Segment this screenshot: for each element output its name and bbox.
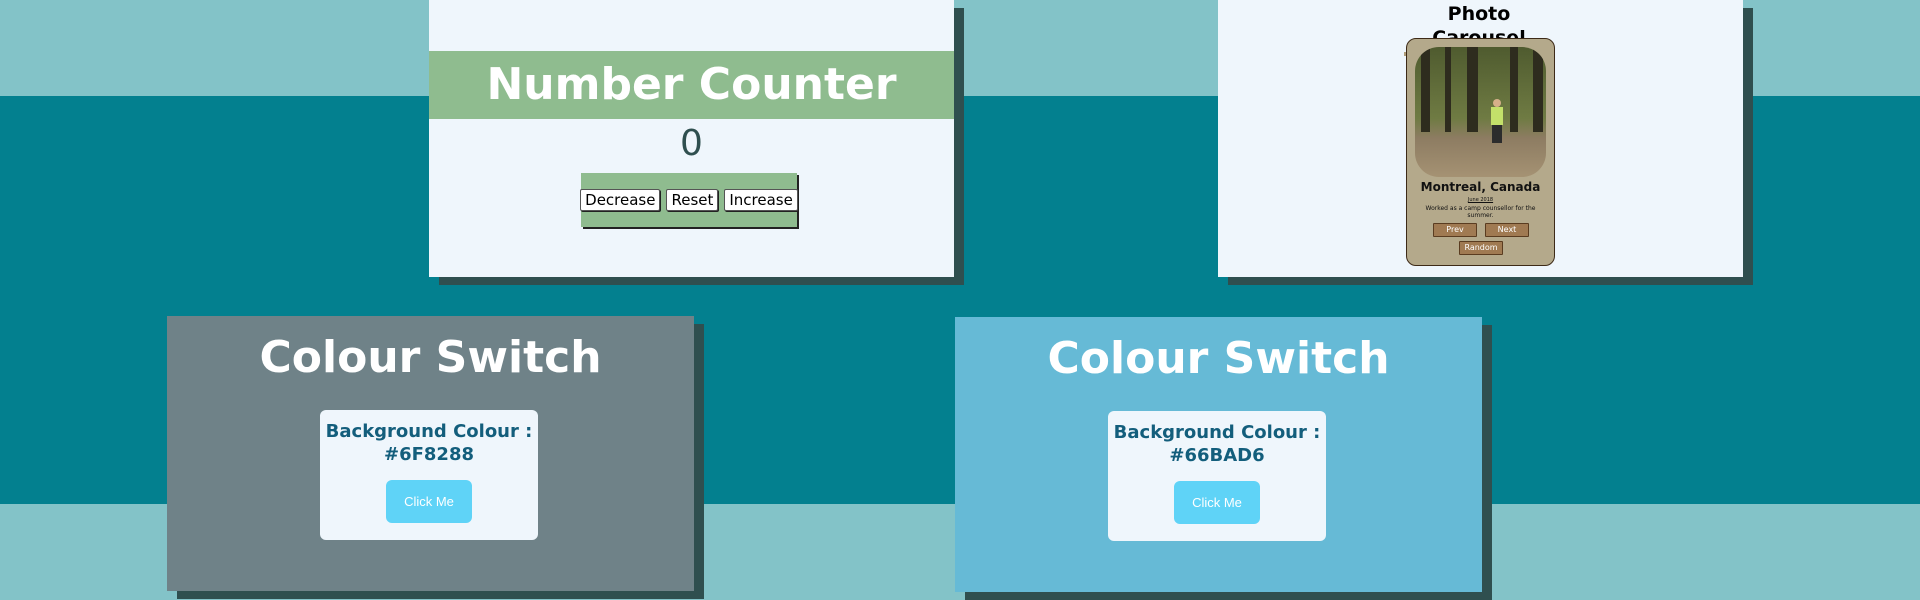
background-colour-label: Background Colour : #66BAD6 xyxy=(1108,421,1326,467)
carousel-photo xyxy=(1415,47,1546,177)
colour-info-box: Background Colour : #66BAD6 Click Me xyxy=(1108,411,1326,541)
carousel-date: June 2018 xyxy=(1467,197,1494,203)
click-me-button[interactable]: Click Me xyxy=(386,480,472,523)
background-colour-prefix: Background Colour : xyxy=(325,421,533,442)
carousel-description: Worked as a camp counsellor for the summ… xyxy=(1425,205,1536,219)
colour-switch-title: Colour Switch xyxy=(259,332,602,383)
colour-switch-title: Colour Switch xyxy=(1047,333,1390,384)
colour-switch-card-blue: Colour Switch Background Colour : #66BAD… xyxy=(955,317,1482,592)
prev-button[interactable]: Prev xyxy=(1433,223,1477,237)
next-button[interactable]: Next xyxy=(1485,223,1529,237)
number-counter-card: Number Counter 0 Decrease Reset Increase xyxy=(429,0,954,277)
counter-title: Number Counter xyxy=(429,51,954,119)
random-button[interactable]: Random xyxy=(1459,241,1503,255)
background-colour-label: Background Colour : #6F8288 xyxy=(320,420,538,466)
increase-button[interactable]: Increase xyxy=(724,189,798,211)
background-colour-prefix: Background Colour : xyxy=(1113,422,1321,443)
colour-switch-card-grey: Colour Switch Background Colour : #6F828… xyxy=(167,316,694,591)
counter-value: 0 xyxy=(680,123,703,164)
colour-info-box: Background Colour : #6F8288 Click Me xyxy=(320,410,538,540)
carousel-place: Montreal, Canada xyxy=(1420,180,1541,194)
photo-carousel-card: Photo Carousel Montreal, Canada June 201… xyxy=(1218,0,1743,277)
background-colour-hex: #66BAD6 xyxy=(1169,445,1265,466)
reset-button[interactable]: Reset xyxy=(666,189,719,211)
counter-button-panel: Decrease Reset Increase xyxy=(580,173,798,227)
decrease-button[interactable]: Decrease xyxy=(580,189,661,211)
background-colour-hex: #6F8288 xyxy=(384,444,474,465)
carousel-frame: Montreal, Canada June 2018 Worked as a c… xyxy=(1406,38,1555,266)
click-me-button[interactable]: Click Me xyxy=(1174,481,1260,524)
